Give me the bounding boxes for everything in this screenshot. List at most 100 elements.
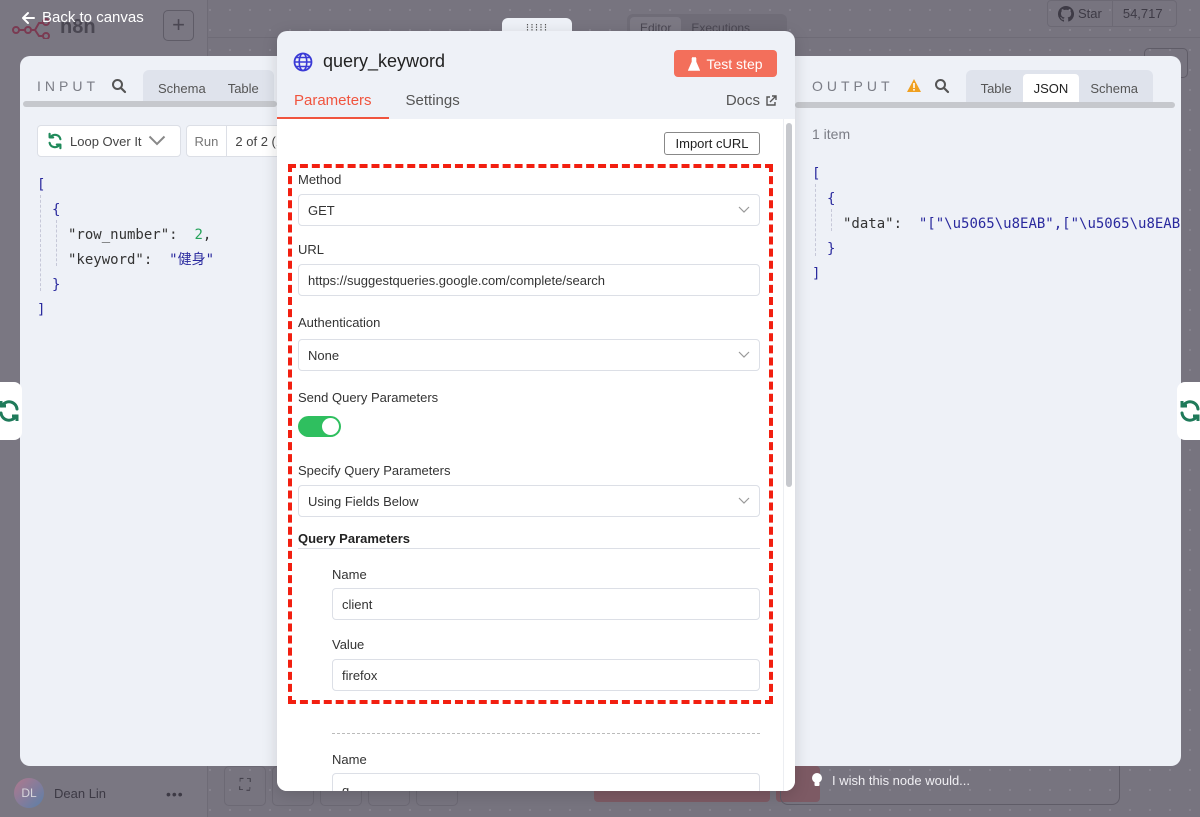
docs-link[interactable]: Docs [726, 92, 777, 109]
chevron-down-icon [738, 206, 750, 213]
feedback-input[interactable]: I wish this node would... [810, 772, 970, 788]
input-view-tabs: Schema Table [143, 70, 274, 102]
send-query-label: Send Query Parameters [298, 390, 439, 405]
loop-icon [48, 132, 62, 150]
tab-settings[interactable]: Settings [389, 87, 477, 119]
json-line: "keyword": "健身" [68, 252, 215, 268]
output-tab-json[interactable]: JSON [1022, 74, 1080, 102]
url-label: URL [298, 242, 325, 257]
import-curl-button[interactable]: Import cURL [664, 132, 760, 155]
vertical-scrollbar[interactable] [786, 123, 792, 487]
github-star-label: Star [1078, 6, 1102, 21]
test-step-button[interactable]: Test step [674, 50, 777, 77]
source-node-label: Loop Over It [70, 133, 142, 149]
json-line: "row_number": 2, [68, 227, 212, 243]
authentication-label: Authentication [298, 315, 381, 330]
chevron-down-icon [148, 135, 165, 146]
input-tab-schema[interactable]: Schema [147, 74, 217, 102]
output-panel-header: OUTPUT Table JSON Schema [812, 70, 1154, 102]
json-value: "健身" [169, 252, 215, 268]
specify-query-select[interactable]: Using Fields Below [298, 485, 760, 517]
loop-node-icon [1180, 400, 1200, 422]
back-to-canvas-link[interactable]: Back to canvas [20, 9, 144, 26]
json-open-brace: { [827, 191, 836, 207]
json-value: "["\u5065\u8EAB",["\u5065\u8EAB [918, 216, 1181, 232]
parameter-divider [332, 733, 760, 734]
param-value-input[interactable]: firefox [332, 659, 760, 691]
external-link-icon [766, 94, 777, 106]
add-workflow-button[interactable]: + [163, 10, 194, 41]
authentication-select[interactable]: None [298, 339, 760, 371]
search-icon[interactable] [934, 78, 950, 94]
github-star-count: 54,717 [1122, 6, 1163, 21]
github-icon [1058, 5, 1074, 22]
docs-label: Docs [725, 92, 760, 109]
chevron-down-icon [738, 351, 750, 358]
input-panel-header: INPUT Schema Table [37, 70, 274, 102]
json-line: "data": "["\u5065\u8EAB",["\u5065\u8EAB [843, 216, 1181, 232]
flask-icon [688, 56, 701, 71]
next-node-button[interactable] [1177, 382, 1200, 440]
parameters-body: Import cURL Method GET URL https://sugge… [277, 119, 795, 791]
query-parameters-title: Query Parameters [298, 531, 760, 549]
json-close-brace: } [827, 241, 836, 257]
authentication-value: None [308, 347, 340, 363]
run-label: Run [194, 133, 219, 149]
back-to-canvas-label: Back to canvas [42, 9, 144, 26]
send-query-toggle[interactable] [298, 416, 341, 437]
node-name[interactable]: query_keyword [323, 51, 445, 72]
json-open-bracket: [ [812, 166, 821, 182]
tab-parameters[interactable]: Parameters [277, 87, 389, 119]
node-parameters-dialog: query_keyword Test step Parameters Setti… [277, 31, 795, 791]
input-horizontal-scrollbar[interactable] [23, 101, 277, 107]
input-json-view: [ { "row_number": 2, "keyword": "健身" } ] [37, 173, 214, 323]
method-value: GET [308, 202, 335, 218]
user-name: Dean Lin [54, 785, 107, 801]
user-menu[interactable]: DL Dean Lin [14, 778, 106, 808]
arrow-left-icon [22, 11, 35, 24]
json-value: 2 [194, 227, 203, 243]
method-label: Method [298, 172, 342, 187]
search-icon[interactable] [111, 78, 127, 94]
json-close-brace: } [52, 277, 61, 293]
param-name-input[interactable]: client [332, 588, 760, 620]
loop-node-icon [0, 400, 19, 422]
lightbulb-icon [812, 773, 822, 786]
annotation-highlight-box [288, 164, 773, 704]
param-name-value: client [342, 596, 373, 612]
param-value-label: Value [332, 637, 365, 652]
json-key: "data" [843, 216, 894, 232]
feedback-placeholder: I wish this node would... [832, 772, 971, 788]
input-title: INPUT [37, 78, 99, 94]
url-input[interactable]: https://suggestqueries.google.com/comple… [298, 264, 760, 296]
chevron-down-icon [738, 497, 750, 504]
output-tab-schema[interactable]: Schema [1079, 74, 1149, 102]
param-value-value: firefox [342, 667, 378, 683]
dialog-tabs: Parameters Settings [277, 87, 795, 119]
json-key: "keyword" [68, 252, 144, 268]
json-open-brace: { [52, 202, 61, 218]
github-star-button[interactable]: Star 54,717 [1047, 0, 1177, 27]
warning-icon[interactable] [906, 78, 922, 94]
output-item-count: 1 item [812, 126, 851, 142]
input-run-controls: Loop Over It Run 2 of 2 (1 it [37, 125, 303, 157]
previous-node-button[interactable] [0, 382, 22, 440]
user-more-icon[interactable]: ••• [166, 786, 184, 802]
param-name-input[interactable]: q [332, 773, 760, 791]
param-name-label: Name [332, 567, 367, 582]
param-name-label: Name [332, 752, 367, 767]
globe-icon [293, 52, 313, 71]
method-select[interactable]: GET [298, 194, 760, 226]
url-value: https://suggestqueries.google.com/comple… [308, 272, 606, 288]
toggle-knob [322, 418, 339, 435]
source-node-select[interactable]: Loop Over It [37, 125, 181, 157]
output-json-view: [ { "data": "["\u5065\u8EAB",["\u5065\u8… [812, 162, 1180, 287]
specify-query-label: Specify Query Parameters [298, 463, 451, 478]
input-tab-table[interactable]: Table [217, 74, 270, 102]
output-tab-table[interactable]: Table [970, 74, 1023, 102]
json-key: "row_number" [68, 227, 170, 243]
param-name-value: q [342, 783, 350, 791]
fit-view-icon[interactable]: ⛶ [224, 766, 266, 806]
test-step-label: Test step [706, 55, 763, 72]
output-horizontal-scrollbar[interactable] [795, 102, 1175, 108]
